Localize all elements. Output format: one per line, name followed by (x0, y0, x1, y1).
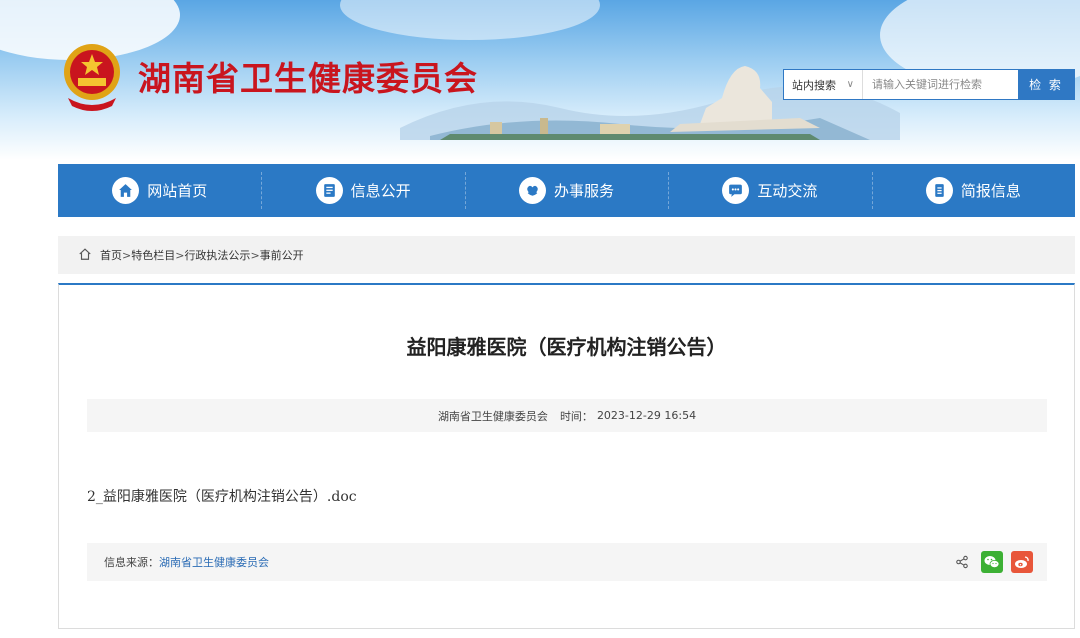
attachment-link[interactable]: 2_益阳康雅医院（医疗机构注销公告）.doc (87, 486, 357, 506)
article-publisher: 湖南省卫生健康委员会 (437, 409, 548, 423)
weibo-icon[interactable] (1011, 551, 1033, 573)
nav-item-label: 简报信息 (960, 182, 1021, 200)
site-header: 湖南省卫生健康委员会 站内搜索 ∨ 检 索 (0, 0, 1080, 160)
search-box: 站内搜索 ∨ 检 索 (783, 69, 1075, 100)
home-icon (112, 177, 140, 204)
main-navigation: 网站首页 信息公开 办事服务 互动交流 简报信息 (58, 164, 1075, 217)
share-toolbar (951, 551, 1033, 573)
chat-bubble-icon (722, 177, 750, 204)
nav-item-label: 互动交流 (757, 182, 818, 200)
source-bar: 信息来源： 湖南省卫生健康委员会 (87, 543, 1047, 581)
share-icon[interactable] (951, 551, 973, 573)
article-title: 益阳康雅医院（医疗机构注销公告） (406, 335, 727, 359)
report-icon (925, 177, 953, 204)
site-title[interactable]: 湖南省卫生健康委员会 (138, 52, 478, 100)
breadcrumb-item-home[interactable]: 首页 (100, 249, 122, 262)
search-button[interactable]: 检 索 (1018, 70, 1074, 99)
article-meta: 湖南省卫生健康委员会 时间： 2023-12-29 16:54 (87, 399, 1047, 432)
source-link[interactable]: 湖南省卫生健康委员会 (159, 554, 269, 570)
nav-item-services[interactable]: 办事服务 (464, 164, 668, 217)
national-emblem-icon (64, 44, 120, 111)
cloud-decoration (340, 0, 600, 40)
article-time-value: 2023-12-29 16:54 (596, 409, 697, 422)
source-label: 信息来源： (104, 556, 159, 569)
wechat-icon[interactable] (981, 551, 1003, 573)
article-time-label: 时间： (559, 409, 593, 423)
heart-hands-icon (519, 177, 546, 204)
nav-item-info-disclosure[interactable]: 信息公开 (261, 164, 464, 217)
breadcrumb-separator: > (122, 249, 132, 262)
nav-item-home[interactable]: 网站首页 (58, 164, 261, 217)
search-scope-label: 站内搜索 (792, 78, 836, 92)
chevron-down-icon: ∨ (846, 79, 854, 90)
breadcrumb-separator: > (250, 249, 260, 262)
nav-item-interaction[interactable]: 互动交流 (668, 164, 871, 217)
home-outline-icon[interactable] (78, 247, 92, 264)
breadcrumb: 首页>特色栏目>行政执法公示>事前公开 (58, 236, 1075, 274)
search-input[interactable] (863, 70, 1018, 99)
article-panel: 益阳康雅医院（医疗机构注销公告） 湖南省卫生健康委员会 时间： 2023-12-… (58, 283, 1075, 629)
nav-item-label: 办事服务 (554, 182, 615, 200)
nav-item-label: 网站首页 (147, 182, 208, 200)
nav-item-briefing[interactable]: 简报信息 (871, 164, 1075, 217)
document-list-icon (315, 177, 343, 204)
breadcrumb-item-enforcement[interactable]: 行政执法公示 (184, 249, 250, 262)
breadcrumb-item-featured[interactable]: 特色栏目 (131, 249, 175, 262)
nav-item-label: 信息公开 (350, 182, 411, 200)
search-scope-dropdown[interactable]: 站内搜索 ∨ (784, 70, 863, 99)
breadcrumb-item-current[interactable]: 事前公开 (260, 249, 304, 262)
